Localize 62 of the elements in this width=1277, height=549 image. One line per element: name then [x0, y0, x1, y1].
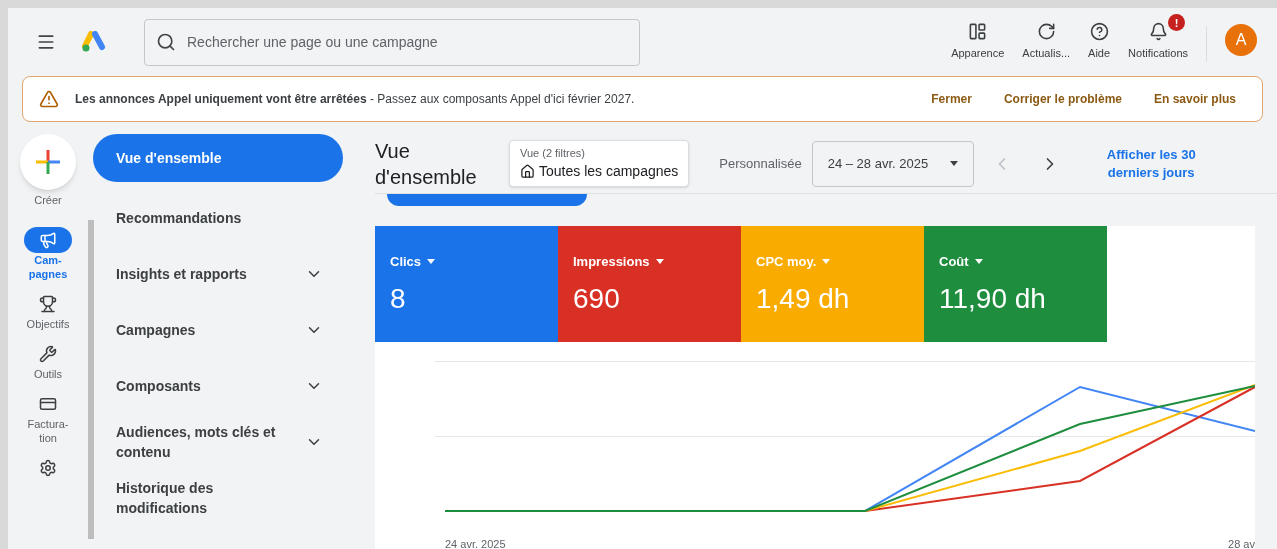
axis-label: 28 av — [1228, 536, 1255, 549]
nav-item[interactable]: Vue d'ensemble — [93, 134, 343, 182]
metric-value: 11,90 dh — [939, 281, 1047, 316]
banner-link[interactable]: En savoir plus — [1153, 90, 1236, 108]
home-icon — [520, 164, 535, 180]
nav-item[interactable]: Insights et rapports — [93, 246, 343, 302]
metric-label: Coût — [939, 253, 969, 271]
refresh-icon — [1036, 22, 1056, 42]
warning-icon — [39, 89, 59, 109]
search-icon — [156, 31, 176, 52]
nav-item[interactable]: Composants — [93, 358, 343, 414]
caret-icon — [950, 161, 959, 166]
page-title: Vue d'ensemble — [375, 138, 478, 190]
menu-button[interactable] — [36, 32, 56, 52]
trophy-icon — [39, 294, 57, 313]
date-preset: Personnalisée — [719, 154, 802, 173]
metric-card[interactable]: Clics 8 — [375, 226, 558, 342]
rail-item[interactable]: Cam- pagnes — [24, 226, 72, 281]
caret-icon — [974, 259, 983, 265]
caret-icon — [655, 259, 664, 265]
caret-icon — [822, 259, 831, 265]
nav-item[interactable]: Recommandations — [93, 190, 343, 246]
metric-value: 1,49 dh — [756, 281, 851, 316]
rail-item[interactable]: Outils — [24, 340, 72, 381]
banner-link[interactable]: Fermer — [931, 90, 972, 108]
date-range-dropdown[interactable]: 24 – 28 avr. 2025 — [811, 140, 975, 187]
create-button[interactable] — [20, 134, 76, 190]
nav-item[interactable]: Campagnes — [93, 302, 343, 358]
layout-icon — [968, 22, 988, 42]
nav-item[interactable]: Historique des modifications — [93, 470, 343, 526]
metric-label: CPC moy. — [756, 253, 817, 271]
metric-value: 8 — [390, 281, 407, 316]
range-link[interactable]: Afficher les 30 derniers jours — [1090, 145, 1213, 182]
nav-item[interactable]: Audiences, mots clés et contenu — [93, 414, 343, 470]
metric-card[interactable]: Impressions 690 — [558, 226, 741, 342]
metric-label: Clics — [390, 253, 422, 271]
metric-label: Impressions — [573, 253, 650, 271]
caret-icon — [427, 259, 436, 265]
plus-icon — [36, 150, 60, 174]
menu-icon — [36, 32, 56, 52]
toolbar-button[interactable]: Notifications ! — [1128, 14, 1188, 62]
toolbar-button[interactable]: Aide — [1088, 22, 1111, 62]
metric-value: 690 — [573, 281, 621, 316]
wrench-icon — [39, 344, 57, 363]
toolbar-button[interactable]: Apparence — [951, 22, 1005, 62]
settings-icon — [39, 458, 57, 477]
banner-link[interactable]: Corriger le problème — [1003, 90, 1122, 108]
search-field[interactable]: Rechercher une page ou une campagne — [144, 18, 640, 66]
metric-card[interactable]: Coût 11,90 dh — [924, 226, 1107, 342]
help-icon — [1089, 22, 1109, 42]
megaphone-icon — [39, 230, 57, 249]
logo-icon — [82, 31, 108, 53]
axis-label: 24 avr. 2025 — [445, 536, 506, 549]
rail-item[interactable]: Objectifs — [24, 290, 72, 331]
rail-item[interactable]: Factura- tion — [24, 390, 72, 445]
create-label: Créer — [34, 193, 62, 208]
avatar[interactable]: A — [1225, 23, 1257, 56]
view-filter[interactable]: Vue (2 filtres) Toutes les campagnes — [509, 139, 690, 188]
notification-badge: ! — [1168, 14, 1186, 32]
banner-message: Les annonces Appel uniquement vont être arrêtées - Passez aux composants Appel d'ici février 2027. — [75, 91, 635, 108]
toolbar-button[interactable]: Actualis... — [1022, 22, 1071, 62]
bell-icon — [1148, 22, 1168, 42]
